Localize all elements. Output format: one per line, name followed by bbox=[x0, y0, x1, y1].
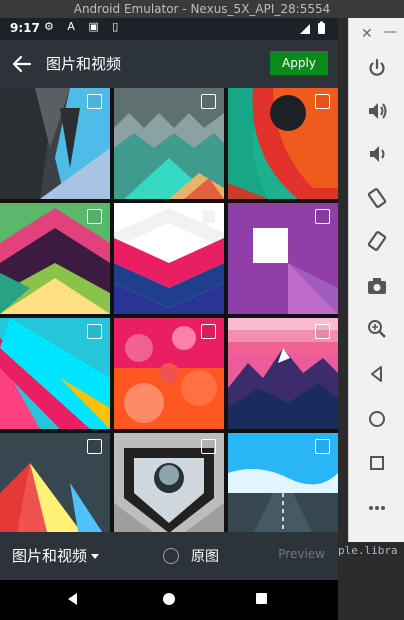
grid-item[interactable] bbox=[0, 318, 110, 429]
select-checkbox[interactable] bbox=[315, 439, 330, 454]
grid-item[interactable] bbox=[0, 88, 110, 199]
select-checkbox[interactable] bbox=[201, 324, 216, 339]
grid-item[interactable] bbox=[0, 203, 110, 314]
album-dropdown[interactable]: 图片和视频 bbox=[12, 545, 100, 566]
nav-home-icon[interactable] bbox=[163, 593, 175, 605]
page-title: 图片和视频 bbox=[46, 55, 122, 73]
nav-recents-icon[interactable] bbox=[256, 593, 267, 604]
grid-item[interactable] bbox=[228, 88, 338, 199]
back-arrow-icon[interactable] bbox=[10, 52, 34, 76]
select-checkbox[interactable] bbox=[201, 94, 216, 109]
camera-icon[interactable] bbox=[363, 272, 391, 300]
status-time: 9:17 bbox=[10, 21, 40, 35]
power-icon[interactable] bbox=[363, 54, 391, 82]
grid-item[interactable] bbox=[114, 318, 224, 429]
select-checkbox[interactable] bbox=[87, 94, 102, 109]
volume-down-icon[interactable] bbox=[363, 140, 391, 168]
volume-up-icon[interactable] bbox=[363, 97, 391, 125]
rotate-right-icon[interactable] bbox=[363, 227, 391, 255]
emulator-window-title: Android Emulator - Nexus_5X_API_28:5554 bbox=[0, 0, 404, 18]
select-checkbox[interactable] bbox=[87, 324, 102, 339]
original-radio-button[interactable] bbox=[163, 548, 179, 564]
overview-icon[interactable] bbox=[363, 449, 391, 477]
preview-button[interactable]: Preview bbox=[278, 547, 325, 561]
select-checkbox[interactable] bbox=[315, 324, 330, 339]
home-icon[interactable] bbox=[363, 405, 391, 433]
grid-item[interactable] bbox=[228, 318, 338, 429]
nav-back-icon[interactable] bbox=[68, 593, 77, 605]
grid-item[interactable] bbox=[228, 203, 338, 314]
grid-item[interactable] bbox=[0, 433, 110, 544]
select-checkbox[interactable] bbox=[201, 209, 216, 224]
select-checkbox[interactable] bbox=[315, 209, 330, 224]
more-icon[interactable] bbox=[363, 494, 391, 522]
signal-battery-icon bbox=[298, 21, 328, 39]
select-checkbox[interactable] bbox=[315, 94, 330, 109]
select-checkbox[interactable] bbox=[201, 439, 216, 454]
code-editor-text: ple.libra bbox=[338, 544, 398, 557]
media-grid bbox=[0, 88, 338, 550]
phone-screen: 9:17 ⚙ A ▣ ▯ 图片和视频 Apply 图片和视频 原图 Previe… bbox=[0, 18, 338, 620]
dropdown-arrow-icon bbox=[91, 554, 100, 559]
status-notification-icons: ⚙ A ▣ ▯ bbox=[44, 20, 124, 33]
original-label[interactable]: 原图 bbox=[191, 546, 219, 566]
select-checkbox[interactable] bbox=[87, 209, 102, 224]
grid-item[interactable] bbox=[228, 433, 338, 544]
system-navigation-bar bbox=[0, 580, 338, 620]
status-bar: 9:17 ⚙ A ▣ ▯ bbox=[0, 18, 338, 40]
back-icon[interactable] bbox=[363, 360, 391, 388]
grid-item[interactable] bbox=[114, 433, 224, 544]
grid-item[interactable] bbox=[114, 203, 224, 314]
bottom-toolbar: 图片和视频 原图 Preview bbox=[0, 532, 338, 580]
zoom-icon[interactable] bbox=[363, 315, 391, 343]
select-checkbox[interactable] bbox=[87, 439, 102, 454]
toolbar: 图片和视频 Apply bbox=[0, 40, 338, 88]
rotate-left-icon[interactable] bbox=[363, 184, 391, 212]
apply-button[interactable]: Apply bbox=[270, 51, 328, 75]
grid-item[interactable] bbox=[114, 88, 224, 199]
album-dropdown-label: 图片和视频 bbox=[12, 547, 88, 565]
minimize-icon[interactable]: — bbox=[383, 24, 397, 40]
emulator-side-toolbar: ✕ — bbox=[348, 18, 404, 542]
close-icon[interactable]: ✕ bbox=[361, 26, 373, 42]
